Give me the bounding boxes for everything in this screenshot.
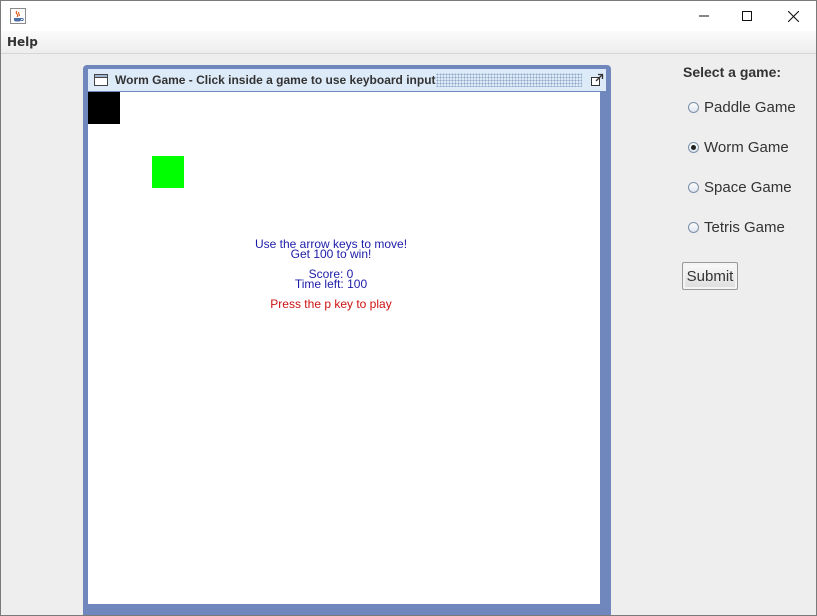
window-frame-icon: [93, 72, 109, 88]
radio-space-game[interactable]: Space Game: [688, 177, 792, 197]
worm-game-internal-frame[interactable]: Worm Game - Click inside a game to use k…: [83, 65, 611, 616]
minimize-icon: [699, 15, 709, 17]
close-icon: [787, 10, 799, 22]
food-block: [152, 156, 184, 188]
close-button[interactable]: [770, 1, 816, 31]
radio-tetris-game[interactable]: Tetris Game: [688, 217, 785, 237]
time-left-text: Time left: 100: [294, 277, 368, 291]
submit-button[interactable]: Submit: [682, 262, 738, 290]
radio-paddle-game[interactable]: Paddle Game: [688, 97, 796, 117]
worm-segment: [88, 92, 120, 124]
play-prompt: Press the p key to play: [270, 297, 392, 311]
radio-label[interactable]: Tetris Game: [704, 219, 785, 236]
radio-button[interactable]: [688, 141, 699, 153]
maximize-button[interactable]: [724, 1, 770, 31]
maximize-icon: [742, 11, 752, 21]
select-game-label: Select a game:: [683, 64, 782, 80]
internal-frame-title: Worm Game - Click inside a game to use k…: [115, 73, 436, 87]
radio-label[interactable]: Worm Game: [704, 139, 789, 156]
window-titlebar[interactable]: [1, 1, 816, 31]
radio-button[interactable]: [688, 101, 699, 113]
radio-button[interactable]: [688, 181, 699, 193]
titlebar-texture: [436, 73, 582, 87]
radio-label[interactable]: Space Game: [704, 179, 792, 196]
instructions-line-2: Get 100 to win!: [290, 247, 372, 261]
radio-worm-game[interactable]: Worm Game: [688, 137, 789, 157]
java-coffee-icon: [10, 8, 26, 24]
internal-frame-titlebar[interactable]: Worm Game - Click inside a game to use k…: [88, 69, 606, 91]
menu-help[interactable]: Help: [7, 35, 38, 49]
menu-bar: Help: [1, 31, 816, 54]
minimize-button[interactable]: [681, 1, 727, 31]
radio-label[interactable]: Paddle Game: [704, 99, 796, 116]
radio-button[interactable]: [688, 221, 699, 233]
external-maximize-icon[interactable]: [589, 72, 605, 88]
game-canvas[interactable]: Use the arrow keys to move! Get 100 to w…: [88, 92, 600, 604]
